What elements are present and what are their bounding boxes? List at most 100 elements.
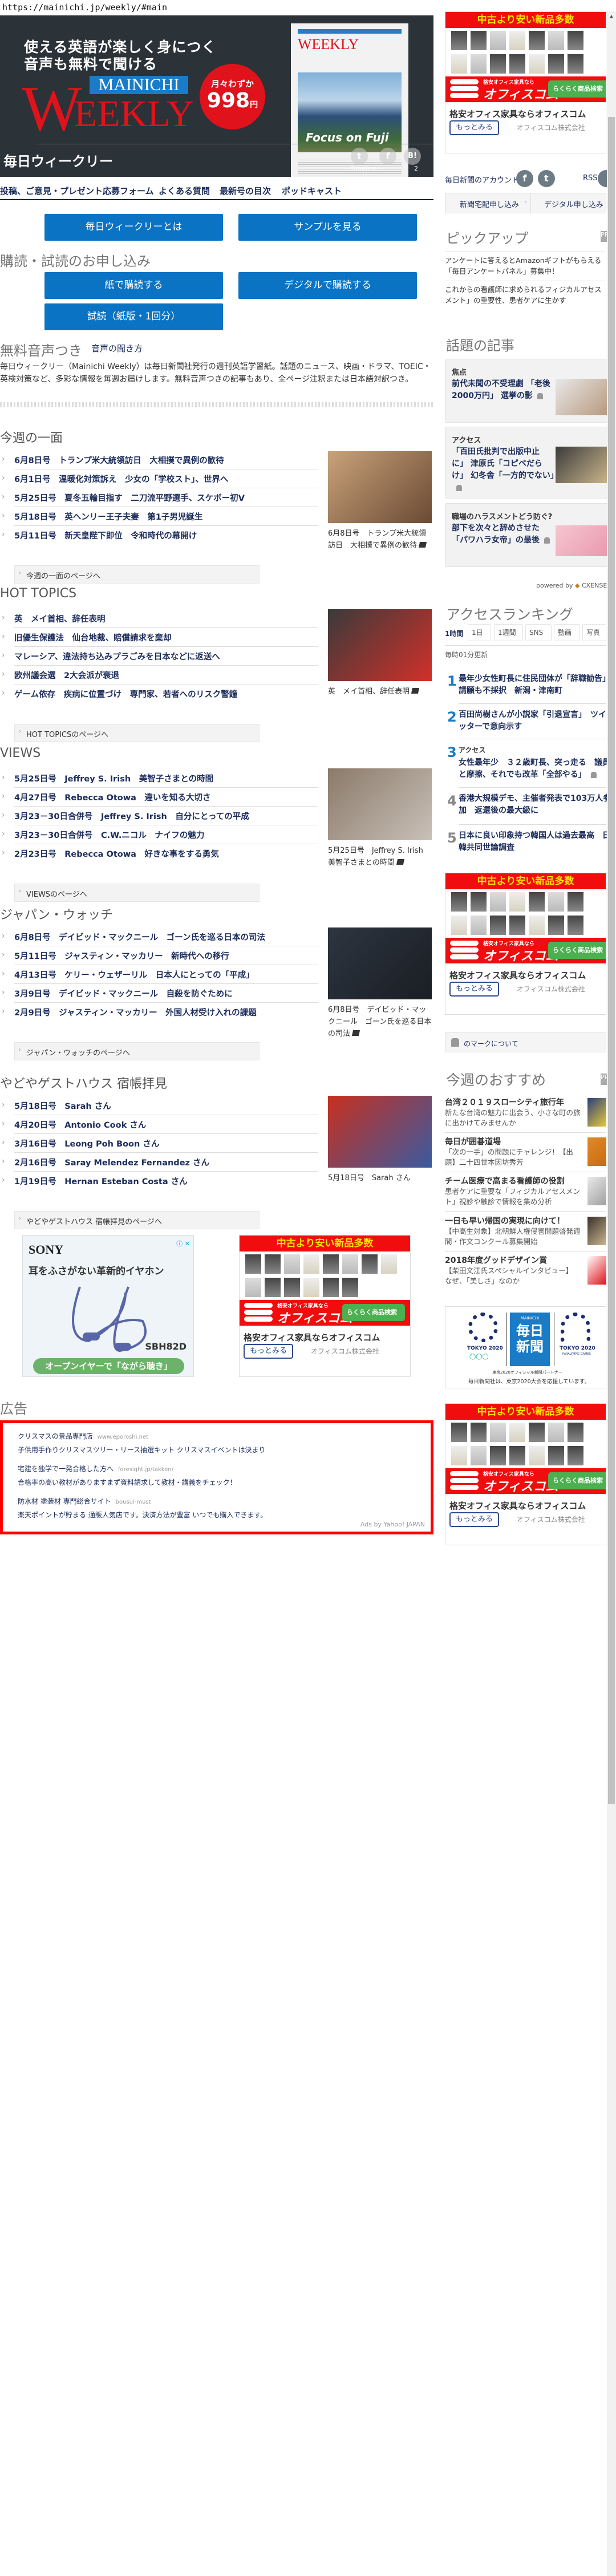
digital-link[interactable]: デジタル申し込み [544,199,603,209]
topic-thumbnail[interactable] [556,525,607,556]
list-item[interactable]: › 2月16日号 Saray Melendez Fernandez さん [0,1153,318,1172]
topic-card[interactable]: 焦点 前代未聞の不受理劇 「老後2000万円」 選挙の影 [445,359,610,423]
ad-search-button[interactable]: らくらく商品検索 [548,942,606,959]
pickup-item[interactable]: これからの看護師に求められるフィジカルアセスメント」の重要性、患者ケアに生かす [445,284,606,306]
twitter-icon[interactable]: t [538,170,555,187]
digital-subscribe-button[interactable]: デジタルで購読する [238,272,417,299]
list-item[interactable]: › ゲーム依存 疾病に位置づけ 専門家、若者へのリスク警鐘 [0,684,318,703]
section-more-link[interactable]: HOT TOPICSのページへ [14,724,260,742]
photo-caption[interactable]: 6月8日号 デイビッド・マックニール ゴーン氏を巡る日本の司法 [328,1004,432,1040]
ad-more-button[interactable]: もっとみる [449,1512,499,1527]
nav-faq[interactable]: よくある質問 [159,185,210,197]
photo-caption[interactable]: 5月25日号 Jeffrey S. Irish 美智子さまとの時間 [328,845,432,869]
topic-title[interactable]: 前代未聞の不受理劇 「老後2000万円」 選挙の影 [452,379,550,400]
list-item[interactable]: › 欧州議会選 2大会派が衰退 [0,666,318,684]
list-item[interactable]: › 3月23－30日合併号 Jeffrey S. Irish 自分にとっての平成 [0,807,318,825]
section-more-link[interactable]: 今週の一面のページへ [14,565,260,584]
rss-label[interactable]: RSS [583,174,598,183]
topic-thumbnail[interactable] [556,379,607,415]
ranking-tab[interactable]: 動画 [554,624,580,641]
delivery-link[interactable]: 新聞宅配申し込み [460,199,519,209]
recommend-item[interactable]: チーム医療で高まる看護師の役割 患者ケアに重要な「フィジカルアセスメント」視診や触… [445,1175,606,1212]
paper-subscribe-button[interactable]: 紙で購読する [44,272,223,299]
list-item[interactable]: › 3月23－30日合併号 C.W.ニコル ナイフの魅力 [0,825,318,844]
list-item[interactable]: › 1月19日号 Hernan Esteban Costa さん [0,1172,318,1190]
list-item[interactable]: › マレーシア、違法持ち込みプラごみを日本などに返送へ [0,647,318,666]
list-item[interactable]: › 6月8日号 トランプ米大統領訪日 大相撲で異例の歓待 [0,451,318,469]
list-item[interactable]: › 5月11日号 ジャスティン・マッカリー 新時代への移行 [0,946,318,965]
twitter-icon[interactable]: t [351,148,368,165]
scroll-up-icon[interactable]: ▲ [607,14,616,19]
text-ad-title[interactable]: 防水材 塗装材 専門総合サイト [18,1497,111,1505]
photo-caption[interactable]: 6月8日号 トランプ米大統領訪日 大相撲で異例の歓待 [328,528,432,552]
ad-search-button[interactable]: らくらく商品検索 [548,80,606,98]
ad-title[interactable]: 格安オフィス家具ならオフィスコム [445,1494,606,1513]
office-ad-main[interactable]: 中古より安い新品多数 格安オフィス家具なら オフィスコム らくらく商品検索 格安オフィス… [239,1235,411,1377]
list-item[interactable]: › 5月11日号 新天皇陛下即位 令和時代の幕開け [0,526,318,545]
section-more-link[interactable]: VIEWSのページへ [14,884,260,902]
list-item[interactable]: › 5月25日号 Jeffrey S. Irish 美智子さまとの時間 [0,769,318,788]
office-ad-sidebar-3[interactable]: 中古より安い新品多数 格安オフィス家具なら オフィスコム らくらく商品検索 格安オフィス… [445,1403,606,1545]
sony-ad[interactable]: SONY ⓘ ✕ 耳をふさがない革新的イヤホン SBH82D オープンイヤーで「… [22,1235,194,1377]
list-item[interactable]: › 6月1日号 温暖化対策訴え 少女の「学校スト」、世界へ [0,469,318,488]
list-item[interactable]: › 旧優生保護法 仙台地裁、賠償請求を棄却 [0,628,318,647]
photo-caption[interactable]: 5月18日号 Sarah さん [328,1172,432,1184]
recommend-item[interactable]: 一日も早い帰国の実現に向けて！ 【中高生対象】北朝鮮人権侵害問題啓発週間・作文コン… [445,1215,606,1251]
hero-banner[interactable]: 使える英語が楽しく身につく 音声も無料で聞ける W EEKLY MAINICHI… [0,15,433,177]
article-photo[interactable] [328,451,432,523]
lock-mark-notice[interactable]: のマークについて [445,1032,606,1052]
scrollbar-thumb[interactable] [608,117,615,1804]
section-more-link[interactable]: ジャパン・ウォッチのページへ [14,1042,260,1060]
text-ad-title[interactable]: クリスマスの景品専門店 [18,1432,93,1440]
ranking-tab[interactable]: 1時間 [445,629,463,638]
office-ad-sidebar-1[interactable]: 中古より安い新品多数 格安オフィス家具なら オフィスコム らくらく商品検索 格安オフィス… [445,11,606,153]
trial-button[interactable]: 試読（紙版・1回分） [44,303,223,330]
rss-icon[interactable] [598,170,607,187]
list-item[interactable]: › 2月9日号 ジャスティン・マッカリー 外国人材受け入れの課題 [0,1003,318,1022]
ranking-item[interactable]: 4 香港大規模デモ、主催者発表で103万人参加 返還後の最大級に [445,793,608,827]
audio-howto-link[interactable]: 音声の聞き方 [91,342,143,354]
recommend-item[interactable]: 台湾２０１９スローシティ旅行年 新たな台湾の魅力に出会う、小さな町の旅に出かけてみ… [445,1096,606,1133]
list-item[interactable]: › 4月20日号 Antonio Cook さん [0,1115,318,1134]
ad-title[interactable]: 格安オフィス家具ならオフィスコム [445,963,606,982]
ad-more-button[interactable]: もっとみる [449,120,499,135]
pickup-item[interactable]: アンケートに答えるとAmazonギフトがもらえる「毎日アンケートパネル」募集中！ [445,255,606,277]
list-item[interactable]: › 5月25日号 夏冬五輪目指す 二刀流平野選手、スケボー初V [0,488,318,507]
topic-thumbnail[interactable] [556,447,607,483]
article-photo[interactable] [328,768,432,840]
ad-title[interactable]: 格安オフィス家具ならオフィスコム [240,1326,410,1344]
text-ad[interactable]: 宅建を独学で一発合格した方へ foresight.jp/takken/合格率の高い… [18,1463,431,1489]
recommend-item[interactable]: 毎日が囲碁道場 「次の一手」の問題にチャレンジ！【出題】二十四世本因坊秀芳 [445,1136,606,1172]
about-button[interactable]: 毎日ウィークリーとは [44,214,223,241]
list-item[interactable]: › 3月9日号 デイビッド・マックニール 自殺を防ぐために [0,984,318,1003]
sample-button[interactable]: サンプルを見る [238,214,417,241]
ranking-tab[interactable]: 1週間 [494,624,523,641]
article-photo[interactable] [328,927,432,999]
nav-feedback-form[interactable]: 投稿、ご意見・プレゼント応募フォーム [0,185,154,197]
ad-search-button[interactable]: らくらく商品検索 [342,1304,405,1321]
hatena-bookmark-icon[interactable]: B! [404,148,421,165]
list-item[interactable]: › 2月23日号 Rebecca Otowa 好きな事をする勇気 [0,844,318,863]
ranking-item[interactable]: 1 最年少女性町長に住民団体が「辞職勧告」 請願も不採択 新潟・津南町 [445,673,608,707]
article-photo[interactable] [328,609,432,681]
ad-choices-icon[interactable]: ⓘ ✕ [176,1239,190,1248]
facebook-icon[interactable]: f [516,170,533,187]
photo-caption[interactable]: 英 メイ首相、辞任表明 [328,686,432,698]
office-ad-sidebar-2[interactable]: 中古より安い新品多数 格安オフィス家具なら オフィスコム らくらく商品検索 格安オフィス… [445,873,606,1015]
topic-title[interactable]: 部下を次々と辞めさせた「パワハラ女帝」の最後 [452,524,540,545]
topic-title[interactable]: 「百田氏批判で出版中止に」 津原氏「コピペだらけ」 幻冬舎「一方的でない」 [452,447,558,480]
ad-title[interactable]: 格安オフィス家具ならオフィスコム [445,102,606,121]
list-item[interactable]: › 5月18日号 英ヘンリー王子夫妻 第1子男児誕生 [0,507,318,526]
text-ad[interactable]: 防水材 塗装材 専門総合サイト bousui-must 楽天ポイントが貯まる 通販人… [18,1495,431,1521]
list-item[interactable]: › 3月16日号 Leong Poh Boon さん [0,1134,318,1153]
ranking-item[interactable]: 5 日本に良い印象持つ韓国人は過去最高 日韓共同世論調査 [445,830,608,864]
list-item[interactable]: › 英 メイ首相、辞任表明 [0,609,318,628]
ranking-item[interactable]: 2 百田尚樹さんが小説家「引退宣言」 ツイ ッターで意向示す [445,709,606,743]
list-item[interactable]: › 4月27日号 Rebecca Otowa 違いを知る大切さ [0,788,318,807]
topic-card[interactable]: 職場のハラスメントどう防ぐ? 部下を次々と辞めさせた「パワハラ女帝」の最後 [445,503,610,567]
ad-more-button[interactable]: もっとみる [244,1344,293,1359]
nav-latest-contents[interactable]: 最新号の目次 [220,185,271,197]
nav-podcast[interactable]: ポッドキャスト [282,185,342,197]
recommend-item[interactable]: 2018年度グッドデザイン賞 【柴田文江氏スペシャルインタビュー】 なぜ、「美しさ… [445,1254,606,1290]
article-photo[interactable] [328,1096,432,1168]
